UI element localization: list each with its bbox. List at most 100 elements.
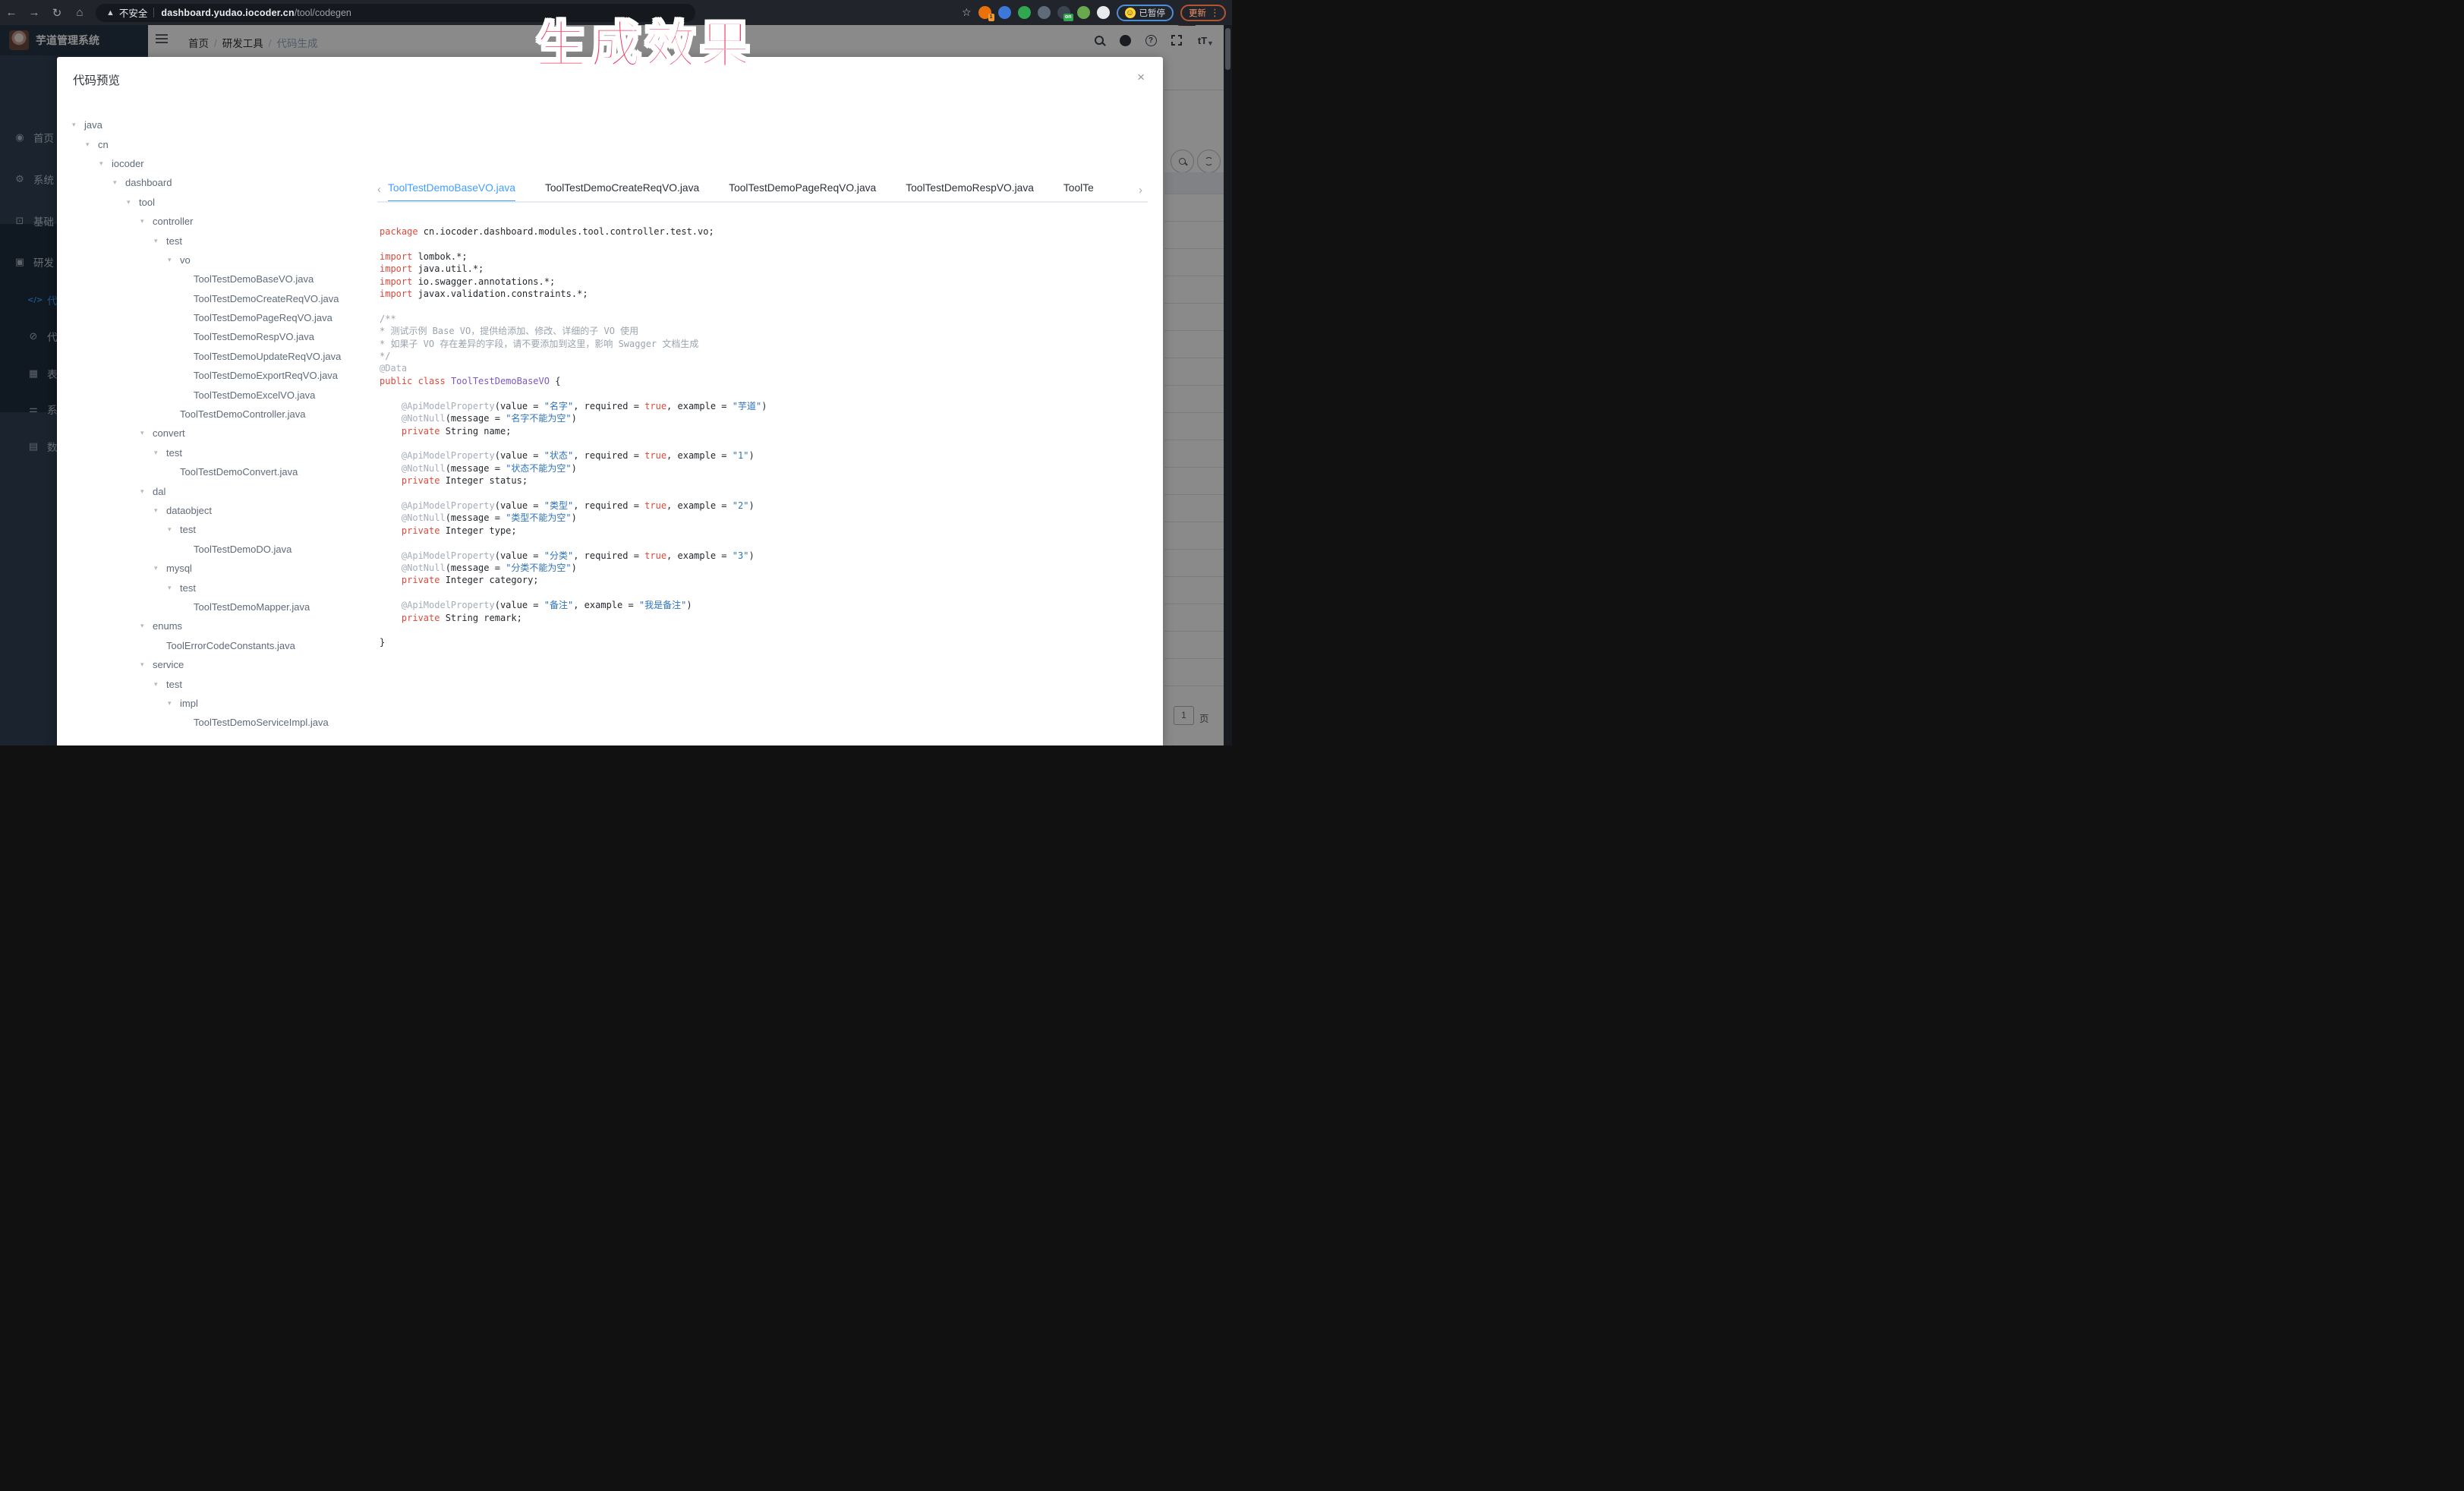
caret-down-icon[interactable]: ▾ (86, 140, 98, 149)
tree-folder-enums[interactable]: ▾enums (72, 616, 376, 635)
caret-down-icon[interactable]: ▾ (113, 178, 125, 187)
tree-node-label: ToolTestDemoMapper.java (194, 601, 310, 613)
screen: ← → ↻ ⌂ ▲ 不安全 dashboard.yudao.iocoder.cn… (0, 0, 1232, 746)
tab-ToolTestDemoCreateReqVO.java[interactable]: ToolTestDemoCreateReqVO.java (545, 178, 699, 202)
tree-file-ToolTestDemoController.java[interactable]: ToolTestDemoController.java (72, 405, 376, 424)
tree-file-ToolTestDemoServiceImpl.java[interactable]: ToolTestDemoServiceImpl.java (72, 713, 376, 732)
code-line (380, 537, 1148, 549)
code-line: @NotNull(message = "分类不能为空") (380, 562, 1148, 574)
tree-file-ToolTestDemoMapper.java[interactable]: ToolTestDemoMapper.java (72, 597, 376, 616)
tree-folder-iocoder[interactable]: ▾iocoder (72, 154, 376, 173)
tree-node-label: tool (139, 197, 155, 208)
tabs-scroll-left-icon[interactable]: ‹ (377, 183, 388, 196)
tree-node-label: ToolTestDemoPageReqVO.java (194, 312, 332, 323)
caret-down-icon[interactable]: ▾ (140, 622, 153, 630)
tree-file-ToolTestDemoExcelVO.java[interactable]: ToolTestDemoExcelVO.java (72, 385, 376, 404)
code-line: */ (380, 350, 1148, 362)
code-line: import javax.validation.constraints.*; (380, 288, 1148, 300)
tree-folder-dashboard[interactable]: ▾dashboard (72, 173, 376, 192)
code-line: import java.util.*; (380, 263, 1148, 275)
tree-file-ToolTestDemoConvert.java[interactable]: ToolTestDemoConvert.java (72, 462, 376, 481)
tree-file-ToolTestDemoExportReqVO.java[interactable]: ToolTestDemoExportReqVO.java (72, 366, 376, 385)
tree-node-label: convert (153, 427, 185, 439)
tree-file-ToolErrorCodeConstants.java[interactable]: ToolErrorCodeConstants.java (72, 636, 376, 655)
code-line: private String name; (380, 425, 1148, 437)
caret-down-icon[interactable]: ▾ (154, 449, 166, 457)
tree-file-ToolTestDemoBaseVO.java[interactable]: ToolTestDemoBaseVO.java (72, 270, 376, 288)
caret-down-icon[interactable]: ▾ (154, 506, 166, 515)
tab-ToolTe[interactable]: ToolTe (1063, 178, 1094, 202)
code-line (380, 238, 1148, 250)
tree-folder-test[interactable]: ▾test (72, 578, 376, 597)
code-line (380, 587, 1148, 599)
tree-folder-cn[interactable]: ▾cn (72, 134, 376, 153)
code-line: @ApiModelProperty(value = "类型", required… (380, 500, 1148, 512)
code-line: /** (380, 313, 1148, 325)
tree-folder-impl[interactable]: ▾impl (72, 694, 376, 713)
caret-down-icon[interactable]: ▾ (154, 680, 166, 689)
caret-down-icon[interactable]: ▾ (154, 564, 166, 572)
code-view: package cn.iocoder.dashboard.modules.too… (380, 225, 1148, 746)
browser-scrollbar[interactable] (1224, 25, 1232, 746)
code-line (380, 624, 1148, 636)
tabs-scroll-right-icon[interactable]: › (1139, 184, 1148, 197)
tree-folder-convert[interactable]: ▾convert (72, 424, 376, 443)
tree-folder-service[interactable]: ▾service (72, 655, 376, 674)
tree-node-label: test (166, 447, 182, 459)
code-line: private Integer category; (380, 574, 1148, 586)
tree-folder-mysql[interactable]: ▾mysql (72, 559, 376, 578)
caret-down-icon[interactable]: ▾ (168, 699, 180, 708)
caret-down-icon[interactable]: ▾ (127, 198, 139, 206)
code-line (380, 437, 1148, 449)
code-line: package cn.iocoder.dashboard.modules.too… (380, 225, 1148, 238)
tree-node-label: java (84, 119, 102, 131)
caret-down-icon[interactable]: ▾ (140, 487, 153, 496)
tree-folder-test[interactable]: ▾test (72, 231, 376, 250)
file-tree: ▾java▾cn▾iocoder▾dashboard▾tool▾controll… (72, 115, 376, 746)
tree-node-label: iocoder (112, 158, 144, 169)
code-line: @ApiModelProperty(value = "分类", required… (380, 550, 1148, 562)
tree-node-label: dal (153, 486, 165, 497)
caret-down-icon[interactable]: ▾ (99, 159, 112, 168)
tree-file-ToolTestDemoCreateReqVO.java[interactable]: ToolTestDemoCreateReqVO.java (72, 289, 376, 308)
tree-folder-vo[interactable]: ▾vo (72, 251, 376, 270)
caret-down-icon[interactable]: ▾ (154, 237, 166, 245)
code-line (380, 487, 1148, 500)
caret-down-icon[interactable]: ▾ (168, 256, 180, 264)
caret-down-icon[interactable]: ▾ (140, 429, 153, 437)
tree-file-ToolTestDemoUpdateReqVO.java[interactable]: ToolTestDemoUpdateReqVO.java (72, 347, 376, 366)
tree-node-label: controller (153, 216, 193, 227)
code-line: * 测试示例 Base VO，提供给添加、修改、详细的子 VO 使用 (380, 325, 1148, 337)
tree-node-label: ToolErrorCodeConstants.java (166, 640, 295, 651)
tab-ToolTestDemoRespVO.java[interactable]: ToolTestDemoRespVO.java (906, 178, 1034, 202)
tree-folder-test[interactable]: ▾test (72, 443, 376, 462)
tree-file-ToolTestDemoRespVO.java[interactable]: ToolTestDemoRespVO.java (72, 327, 376, 346)
tree-folder-test[interactable]: ▾test (72, 520, 376, 539)
tree-file-ToolTestDemoDO.java[interactable]: ToolTestDemoDO.java (72, 540, 376, 559)
tree-folder-dataobject[interactable]: ▾dataobject (72, 501, 376, 520)
tab-ToolTestDemoBaseVO.java[interactable]: ToolTestDemoBaseVO.java (388, 178, 515, 202)
tree-node-label: ToolTestDemoController.java (180, 408, 305, 420)
tree-folder-java[interactable]: ▾java (72, 115, 376, 134)
caret-down-icon[interactable]: ▾ (140, 217, 153, 225)
code-line: @NotNull(message = "名字不能为空") (380, 412, 1148, 424)
tree-folder-dal[interactable]: ▾dal (72, 481, 376, 500)
code-line: public class ToolTestDemoBaseVO { (380, 375, 1148, 387)
tree-node-label: ToolTestDemoExportReqVO.java (194, 370, 338, 381)
caret-down-icon[interactable]: ▾ (140, 660, 153, 669)
tree-folder-controller[interactable]: ▾controller (72, 212, 376, 231)
tree-node-label: dashboard (125, 177, 172, 188)
code-line: @NotNull(message = "状态不能为空") (380, 462, 1148, 474)
tree-node-label: cn (98, 139, 109, 150)
tree-node-label: ToolTestDemoConvert.java (180, 466, 298, 478)
tree-folder-tool[interactable]: ▾tool (72, 193, 376, 212)
tab-ToolTestDemoPageReqVO.java[interactable]: ToolTestDemoPageReqVO.java (729, 178, 876, 202)
caret-down-icon[interactable]: ▾ (72, 121, 84, 129)
caret-down-icon[interactable]: ▾ (168, 584, 180, 592)
tree-folder-test[interactable]: ▾test (72, 674, 376, 693)
tree-node-label: ToolTestDemoBaseVO.java (194, 273, 314, 285)
tree-node-label: ToolTestDemoRespVO.java (194, 331, 314, 342)
code-line: * 如果子 VO 存在差异的字段，请不要添加到这里，影响 Swagger 文档生… (380, 338, 1148, 350)
caret-down-icon[interactable]: ▾ (168, 525, 180, 534)
tree-file-ToolTestDemoPageReqVO.java[interactable]: ToolTestDemoPageReqVO.java (72, 308, 376, 327)
